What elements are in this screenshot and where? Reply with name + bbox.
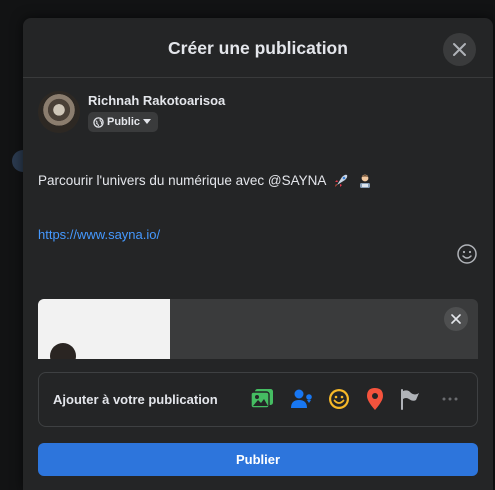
privacy-label: Public	[107, 116, 141, 128]
flag-icon	[401, 389, 419, 410]
privacy-selector-button[interactable]: Public	[88, 112, 159, 132]
feeling-activity-button[interactable]	[326, 386, 352, 412]
tag-people-button[interactable]	[289, 386, 315, 412]
post-text-input[interactable]: Parcourir l'univers du numérique avec @S…	[38, 173, 468, 189]
more-options-button[interactable]	[437, 386, 463, 412]
create-post-dialog: Créer une publication Richnah Rakotoaris…	[23, 18, 493, 490]
link-preview[interactable]	[38, 299, 478, 359]
post-author: Richnah Rakotoarisoa Public	[38, 91, 338, 136]
close-icon	[453, 43, 466, 56]
add-to-post-bar: Ajouter à votre publication	[38, 372, 478, 427]
post-link[interactable]: https://www.sayna.io/	[38, 227, 160, 242]
smiley-icon	[457, 244, 477, 264]
more-icon	[442, 397, 458, 401]
globe-icon	[93, 116, 104, 128]
avatar	[38, 91, 80, 133]
publish-button[interactable]: Publier	[38, 443, 478, 476]
photo-video-button[interactable]	[249, 386, 275, 412]
author-name: Richnah Rakotoarisoa	[88, 93, 226, 108]
location-pin-icon	[367, 388, 383, 410]
close-icon	[451, 314, 461, 324]
caret-down-icon	[143, 119, 152, 124]
rocket-emoji-icon	[335, 175, 348, 188]
dialog-title: Créer une publication	[168, 38, 348, 58]
check-in-button[interactable]	[362, 386, 388, 412]
photo-video-icon	[250, 389, 273, 409]
feeling-icon	[329, 389, 349, 409]
post-text: Parcourir l'univers du numérique avec @S…	[38, 173, 326, 188]
preview-image-subject	[50, 343, 76, 359]
technologist-emoji-icon	[360, 175, 371, 189]
add-to-post-label: Ajouter à votre publication	[53, 392, 218, 407]
link-preview-image	[38, 299, 170, 359]
dialog-header: Créer une publication	[23, 18, 493, 78]
tag-people-icon	[291, 389, 312, 408]
emoji-picker-button[interactable]	[456, 243, 478, 265]
remove-preview-button[interactable]	[444, 307, 468, 331]
close-dialog-button[interactable]	[443, 33, 476, 66]
life-event-button[interactable]	[397, 386, 423, 412]
